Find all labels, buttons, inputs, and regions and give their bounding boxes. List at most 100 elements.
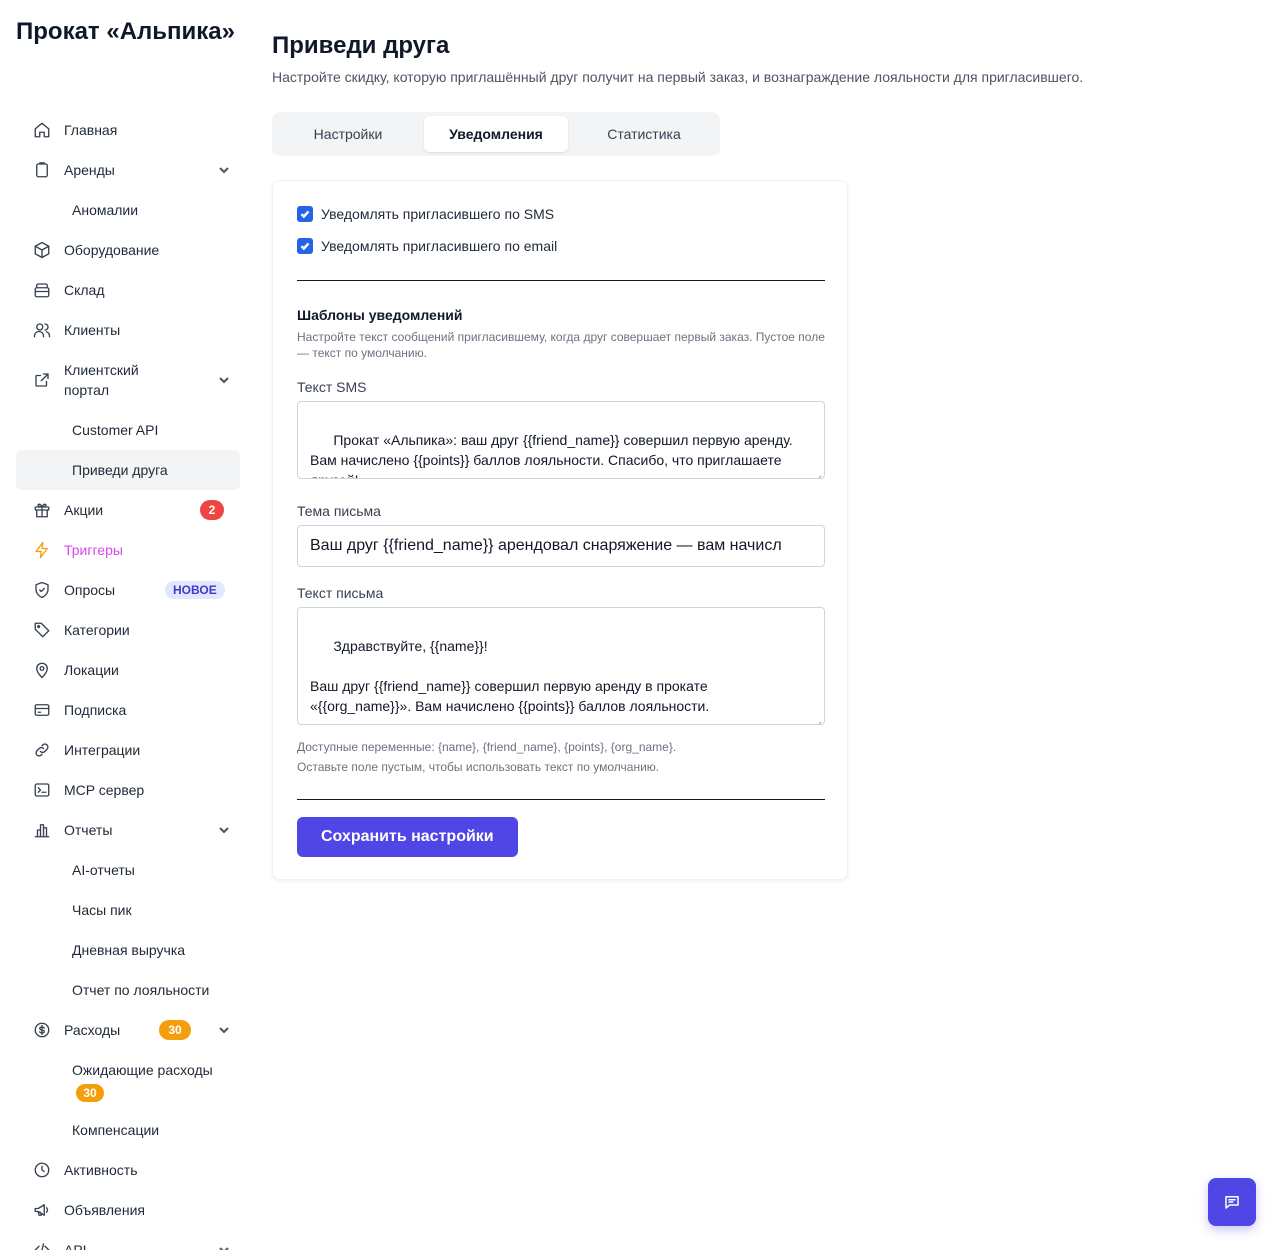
tag-icon bbox=[32, 620, 52, 640]
sidebar-item-label: AI-отчеты bbox=[72, 862, 135, 878]
sidebar-item-label: Расходы bbox=[64, 1022, 121, 1038]
email-body-area[interactable]: Здравствуйте, {{name}}! Ваш друг {{frien… bbox=[297, 607, 825, 725]
resize-handle-icon[interactable] bbox=[814, 468, 822, 478]
users-icon bbox=[32, 320, 52, 340]
sidebar-item-label: Объявления bbox=[64, 1202, 145, 1218]
chevron-down-icon[interactable] bbox=[218, 1243, 230, 1250]
sms-text-area[interactable]: Прокат «Альпика»: ваш друг {{friend_name… bbox=[297, 401, 825, 479]
external-link-icon bbox=[32, 370, 52, 390]
chat-button[interactable] bbox=[1208, 1178, 1256, 1226]
sidebar-item-label: Отчет по лояльности bbox=[72, 982, 210, 998]
code-icon bbox=[32, 1240, 52, 1250]
variables-hint: Доступные переменные: {name}, {friend_na… bbox=[297, 740, 677, 754]
sidebar-item-integrations[interactable]: Интеграции bbox=[16, 730, 240, 770]
sidebar-item-activity[interactable]: Активность bbox=[16, 1150, 240, 1190]
chevron-down-icon[interactable] bbox=[218, 823, 230, 835]
save-settings-button[interactable]: Сохранить настройки bbox=[297, 817, 518, 857]
sidebar-item-warehouse[interactable]: Склад bbox=[16, 270, 240, 310]
gift-icon bbox=[32, 500, 52, 520]
chat-icon bbox=[1225, 1196, 1239, 1209]
sidebar-item-rentals[interactable]: Аренды bbox=[16, 150, 240, 190]
sidebar-item-clients[interactable]: Клиенты bbox=[16, 310, 240, 350]
divider bbox=[297, 799, 825, 800]
brand-title: Прокат «Альпика» bbox=[16, 18, 235, 45]
sidebar-nav: Главная Аренды Аномалии Оборудование Скл… bbox=[16, 110, 240, 1250]
sidebar-item-api[interactable]: API bbox=[16, 1230, 240, 1250]
sms-text-value: Прокат «Альпика»: ваш друг {{friend_name… bbox=[310, 432, 793, 478]
chevron-down-icon[interactable] bbox=[218, 373, 230, 385]
sidebar-item-mcp-server[interactable]: MCP сервер bbox=[16, 770, 240, 810]
lightning-icon bbox=[32, 540, 52, 560]
email-subject-input[interactable]: Ваш друг {{friend_name}} арендовал снаря… bbox=[297, 525, 825, 567]
chevron-down-icon[interactable] bbox=[218, 163, 230, 175]
sidebar-item-label: Customer API bbox=[72, 422, 159, 438]
dollar-circle-icon bbox=[32, 1020, 52, 1040]
credit-card-icon bbox=[32, 700, 52, 720]
default-text-hint: Оставьте поле пустым, чтобы использовать… bbox=[297, 760, 660, 774]
sidebar-item-customer-api[interactable]: Customer API bbox=[16, 410, 240, 450]
sidebar: Прокат «Альпика» Главная Аренды Аномалии… bbox=[0, 0, 256, 1250]
sidebar-item-reports[interactable]: Отчеты bbox=[16, 810, 240, 850]
sidebar-item-label: Оборудование bbox=[64, 242, 160, 258]
sidebar-item-label: Интеграции bbox=[64, 742, 141, 758]
tab-notifications[interactable]: Уведомления bbox=[424, 116, 568, 152]
shield-check-icon bbox=[32, 580, 52, 600]
sidebar-item-client-portal[interactable]: Клиентский портал bbox=[16, 350, 240, 410]
sidebar-item-label: Подписка bbox=[64, 702, 127, 718]
tab-settings[interactable]: Настройки bbox=[276, 116, 420, 152]
megaphone-icon bbox=[32, 1200, 52, 1220]
sidebar-item-label: Компенсации bbox=[72, 1122, 160, 1138]
sidebar-item-subscription[interactable]: Подписка bbox=[16, 690, 240, 730]
sidebar-item-locations[interactable]: Локации bbox=[16, 650, 240, 690]
sidebar-item-label: Часы пик bbox=[72, 902, 132, 918]
email-notify-checkbox[interactable] bbox=[297, 238, 313, 254]
sidebar-item-categories[interactable]: Категории bbox=[16, 610, 240, 650]
sidebar-item-announcements[interactable]: Объявления bbox=[16, 1190, 240, 1230]
bar-chart-icon bbox=[32, 820, 52, 840]
terminal-icon bbox=[32, 780, 52, 800]
sidebar-item-peak-hours[interactable]: Часы пик bbox=[16, 890, 240, 930]
email-notify-checkbox-row[interactable]: Уведомлять пригласившего по email bbox=[297, 238, 557, 254]
sidebar-item-expenses[interactable]: Расходы 30 bbox=[16, 1010, 240, 1050]
sidebar-item-label: Склад bbox=[64, 282, 105, 298]
new-badge: НОВОЕ bbox=[165, 581, 225, 599]
sidebar-item-label: Акции bbox=[64, 502, 104, 518]
divider bbox=[297, 280, 825, 281]
page-title: Приведи друга bbox=[272, 32, 450, 59]
checkmark-icon bbox=[300, 210, 310, 219]
sidebar-item-label: Триггеры bbox=[64, 542, 123, 558]
chevron-down-icon[interactable] bbox=[218, 1023, 230, 1035]
templates-description: Настройте текст сообщений пригласившему,… bbox=[297, 330, 825, 360]
sidebar-item-refer-friend[interactable]: Приведи друга bbox=[16, 450, 240, 490]
box-icon bbox=[32, 240, 52, 260]
sidebar-item-home[interactable]: Главная bbox=[16, 110, 240, 150]
sms-text-label: Текст SMS bbox=[297, 379, 367, 395]
sidebar-item-loyalty-report[interactable]: Отчет по лояльности bbox=[16, 970, 240, 1010]
sms-notify-checkbox[interactable] bbox=[297, 206, 313, 222]
sidebar-item-label: Главная bbox=[64, 122, 118, 138]
sidebar-item-daily-revenue[interactable]: Дневная выручка bbox=[16, 930, 240, 970]
sidebar-item-surveys[interactable]: Опросы НОВОЕ bbox=[16, 570, 240, 610]
resize-handle-icon[interactable] bbox=[814, 714, 822, 724]
sidebar-item-anomalies[interactable]: Аномалии bbox=[16, 190, 240, 230]
sms-notify-checkbox-row[interactable]: Уведомлять пригласившего по SMS bbox=[297, 206, 554, 222]
sidebar-item-ai-reports[interactable]: AI-отчеты bbox=[16, 850, 240, 890]
warehouse-icon bbox=[32, 280, 52, 300]
sidebar-item-compensations[interactable]: Компенсации bbox=[16, 1110, 240, 1150]
location-pin-icon bbox=[32, 660, 52, 680]
sidebar-item-promotions[interactable]: Акции 2 bbox=[16, 490, 240, 530]
count-badge: 30 bbox=[159, 1020, 191, 1040]
sidebar-item-triggers[interactable]: Триггеры bbox=[16, 530, 240, 570]
sidebar-item-label: Аномалии bbox=[72, 202, 139, 218]
sidebar-item-equipment[interactable]: Оборудование bbox=[16, 230, 240, 270]
count-badge: 30 bbox=[76, 1084, 104, 1102]
tab-statistics[interactable]: Статистика bbox=[572, 116, 716, 152]
email-body-label: Текст письма bbox=[297, 585, 384, 601]
tab-bar: Настройки Уведомления Статистика bbox=[272, 112, 720, 156]
sidebar-item-label: Клиенты bbox=[64, 322, 121, 338]
sidebar-item-pending-expenses[interactable]: Ожидающие расходы 30 bbox=[16, 1050, 240, 1110]
sidebar-item-label: Приведи друга bbox=[72, 462, 168, 478]
sidebar-item-label: Аренды bbox=[64, 162, 115, 178]
sms-notify-label: Уведомлять пригласившего по SMS bbox=[321, 206, 555, 222]
checkmark-icon bbox=[300, 242, 310, 251]
